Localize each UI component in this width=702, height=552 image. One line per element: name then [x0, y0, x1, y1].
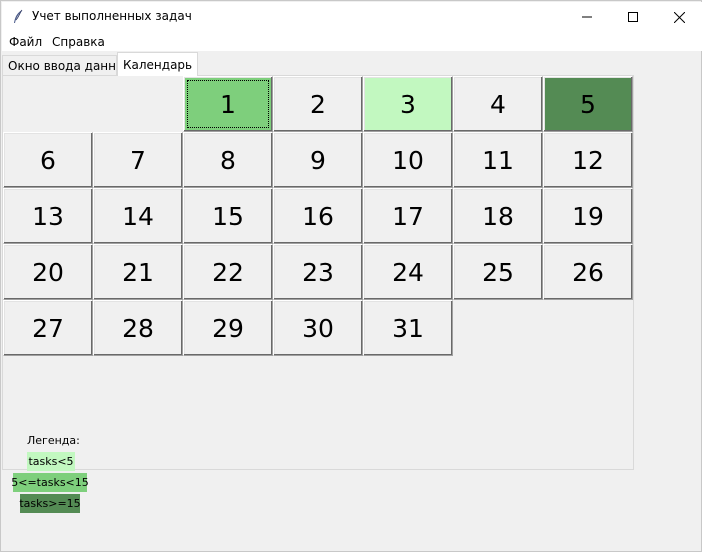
minimize-button[interactable] — [564, 2, 610, 32]
day-button-13[interactable]: 13 — [3, 188, 93, 244]
day-button-24[interactable]: 24 — [363, 244, 453, 300]
feather-icon — [11, 9, 25, 25]
maximize-button[interactable] — [610, 2, 656, 32]
day-button-25[interactable]: 25 — [453, 244, 543, 300]
day-button-31[interactable]: 31 — [363, 300, 453, 356]
day-button-7[interactable]: 7 — [93, 132, 183, 188]
day-button-28[interactable]: 28 — [93, 300, 183, 356]
day-button-18[interactable]: 18 — [453, 188, 543, 244]
day-button-19[interactable]: 19 — [543, 188, 633, 244]
close-icon — [673, 11, 685, 23]
day-button-27[interactable]: 27 — [3, 300, 93, 356]
day-button-6[interactable]: 6 — [3, 132, 93, 188]
legend-item-high: tasks>=15 — [19, 494, 81, 513]
window-title: Учет выполненных задач — [32, 9, 192, 23]
tab-calendar[interactable]: Календарь — [117, 52, 199, 76]
tab-data-input[interactable]: Окно ввода данных — [2, 55, 133, 76]
day-button-26[interactable]: 26 — [543, 244, 633, 300]
legend-item-mid: 5<=tasks<15 — [11, 473, 89, 492]
day-button-12[interactable]: 12 — [543, 132, 633, 188]
day-button-11[interactable]: 11 — [453, 132, 543, 188]
day-button-23[interactable]: 23 — [273, 244, 363, 300]
maximize-icon — [628, 12, 638, 22]
app-window: Учет выполненных задач Файл Справка Окно… — [0, 0, 702, 552]
minimize-icon — [582, 12, 592, 22]
day-button-29[interactable]: 29 — [183, 300, 273, 356]
day-button-9[interactable]: 9 — [273, 132, 363, 188]
day-button-21[interactable]: 21 — [93, 244, 183, 300]
menu-bar: Файл Справка — [2, 32, 702, 51]
day-button-5[interactable]: 5 — [543, 76, 633, 132]
day-button-17[interactable]: 17 — [363, 188, 453, 244]
title-bar[interactable]: Учет выполненных задач — [2, 2, 702, 32]
day-button-8[interactable]: 8 — [183, 132, 273, 188]
day-button-15[interactable]: 15 — [183, 188, 273, 244]
menu-file[interactable]: Файл — [9, 35, 42, 49]
day-button-3[interactable]: 3 — [363, 76, 453, 132]
calendar-panel: 1 2 3 4 5 6 7 8 9 10 11 12 13 14 15 16 17 18 19 20 21 22 23 24 2… — [2, 75, 634, 513]
day-button-16[interactable]: 16 — [273, 188, 363, 244]
day-button-1[interactable]: 1 — [183, 76, 273, 132]
legend-item-low: tasks<5 — [27, 452, 75, 471]
day-button-2[interactable]: 2 — [273, 76, 363, 132]
day-button-4[interactable]: 4 — [453, 76, 543, 132]
close-button[interactable] — [656, 2, 702, 32]
day-button-14[interactable]: 14 — [93, 188, 183, 244]
day-button-10[interactable]: 10 — [363, 132, 453, 188]
legend-title: Легенда: — [27, 434, 80, 447]
day-button-20[interactable]: 20 — [3, 244, 93, 300]
day-button-22[interactable]: 22 — [183, 244, 273, 300]
day-button-30[interactable]: 30 — [273, 300, 363, 356]
menu-help[interactable]: Справка — [52, 35, 105, 49]
